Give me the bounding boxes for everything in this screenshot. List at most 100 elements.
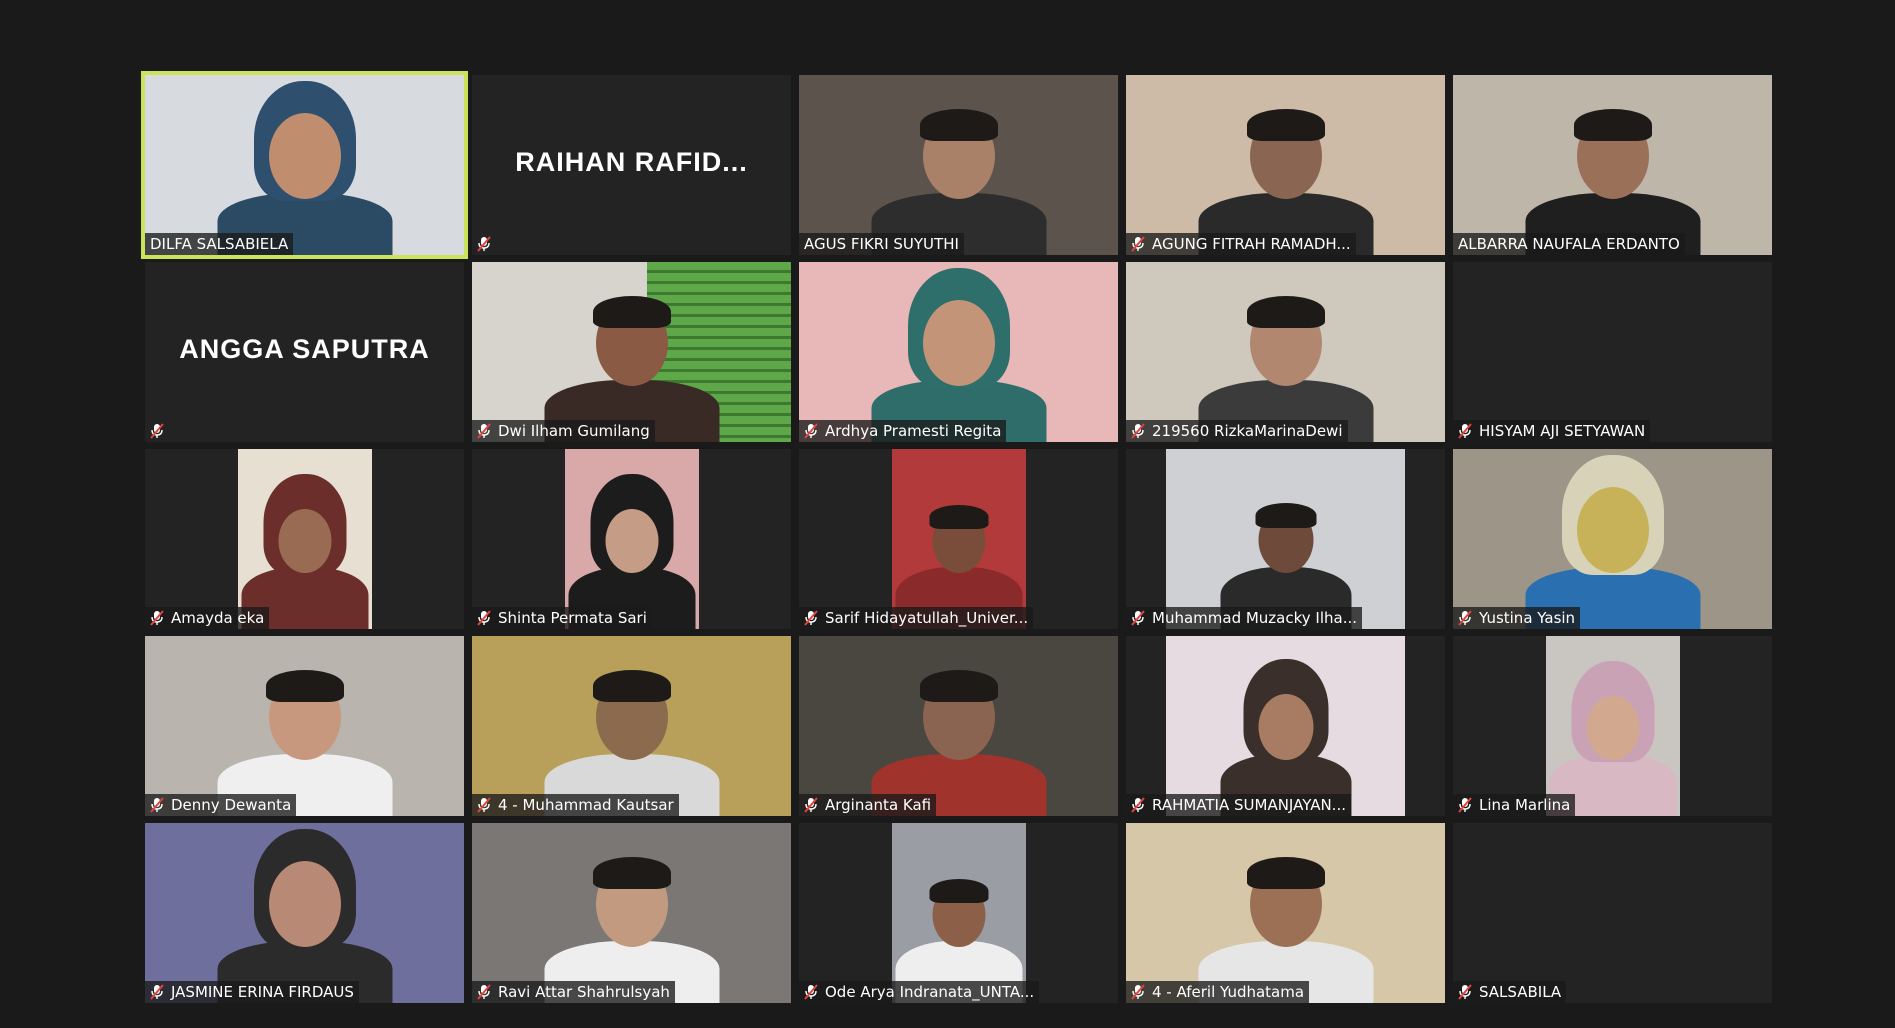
participant-tile[interactable]: AGUS FIKRI SUYUTHI <box>799 75 1118 255</box>
participant-name-label: 219560 RizkaMarinaDewi <box>1126 420 1348 442</box>
participant-tile[interactable]: AGUNG FITRAH RAMADH... <box>1126 75 1445 255</box>
participant-video <box>145 75 464 255</box>
microphone-muted-icon <box>804 610 818 626</box>
participant-tile[interactable]: SALSABILA <box>1453 823 1772 1003</box>
participant-video <box>799 75 1118 255</box>
participant-name: JASMINE ERINA FIRDAUS <box>171 983 354 1001</box>
microphone-muted-icon <box>804 984 818 1000</box>
participant-name: Denny Dewanta <box>171 796 292 814</box>
participant-tile[interactable]: RAHMATIA SUMANJAYAN... <box>1126 636 1445 816</box>
microphone-muted-icon <box>477 984 491 1000</box>
participant-name: ALBARRA NAUFALA ERDANTO <box>1458 235 1680 253</box>
participant-video <box>1453 75 1772 255</box>
microphone-muted-icon <box>1458 610 1472 626</box>
participant-tile[interactable]: JASMINE ERINA FIRDAUS <box>145 823 464 1003</box>
participant-name-label: Shinta Permata Sari <box>472 607 652 629</box>
participant-name: 4 - Aferil Yudhatama <box>1152 983 1305 1001</box>
participant-tile[interactable]: Ravi Attar Shahrulsyah <box>472 823 791 1003</box>
participant-hair <box>1255 503 1316 528</box>
participant-video <box>472 262 791 442</box>
participant-video <box>1126 823 1445 1003</box>
participant-name-label: HISYAM AJI SETYAWAN <box>1453 420 1651 442</box>
participant-tile[interactable]: 219560 RizkaMarinaDewi <box>1126 262 1445 442</box>
participant-name: Ode Arya Indranata_UNTA... <box>825 983 1035 1001</box>
participant-name-label: 4 - Muhammad Kautsar <box>472 794 679 816</box>
participant-tile[interactable]: Denny Dewanta <box>145 636 464 816</box>
participant-name-label: Arginanta Kafi <box>799 794 937 816</box>
participant-name: Arginanta Kafi <box>825 796 932 814</box>
participant-tile[interactable]: Dwi Ilham Gumilang <box>472 262 791 442</box>
participant-name-label: 4 - Aferil Yudhatama <box>1126 981 1310 1003</box>
participant-face <box>278 509 332 573</box>
participant-tile[interactable]: DILFA SALSABIELA <box>141 71 468 259</box>
participant-tile[interactable]: Shinta Permata Sari <box>472 449 791 629</box>
participant-tile[interactable]: RAIHAN RAFID... <box>472 75 791 255</box>
participant-hair <box>1573 109 1652 141</box>
participant-video <box>892 823 1026 1003</box>
participant-tile[interactable]: HISYAM AJI SETYAWAN <box>1453 262 1772 442</box>
participant-video <box>145 823 464 1003</box>
participant-name-label: Ode Arya Indranata_UNTA... <box>799 981 1040 1003</box>
participant-name-label: SALSABILA <box>1453 981 1567 1003</box>
participant-face <box>1586 696 1640 760</box>
participant-video <box>1546 636 1680 816</box>
participant-hair <box>592 670 671 702</box>
participant-tile[interactable]: ALBARRA NAUFALA ERDANTO <box>1453 75 1772 255</box>
participant-video <box>799 262 1118 442</box>
participant-tile[interactable]: 4 - Aferil Yudhatama <box>1126 823 1445 1003</box>
participant-face <box>605 509 659 573</box>
participant-hair <box>929 505 989 529</box>
participant-tile[interactable]: 4 - Muhammad Kautsar <box>472 636 791 816</box>
microphone-muted-icon <box>1131 797 1145 813</box>
participant-hair <box>1246 857 1325 889</box>
participant-face <box>1576 487 1649 573</box>
microphone-muted-icon <box>1458 797 1472 813</box>
participant-name-label: Denny Dewanta <box>145 794 297 816</box>
participant-tile[interactable]: Muhammad Muzacky Ilha... <box>1126 449 1445 629</box>
participant-name: AGUNG FITRAH RAMADH... <box>1152 235 1351 253</box>
microphone-muted-icon <box>477 797 491 813</box>
participant-hair <box>1246 109 1325 141</box>
participant-name: DILFA SALSABIELA <box>150 235 289 253</box>
participant-tile[interactable]: Sarif Hidayatullah_Univer... <box>799 449 1118 629</box>
participant-face <box>268 113 341 199</box>
participant-name-label: Sarif Hidayatullah_Univer... <box>799 607 1034 629</box>
participant-name-label: AGUS FIKRI SUYUTHI <box>799 233 964 255</box>
participant-tile[interactable]: Ode Arya Indranata_UNTA... <box>799 823 1118 1003</box>
participant-name-label <box>145 420 176 442</box>
participant-name: RAHMATIA SUMANJAYAN... <box>1152 796 1346 814</box>
microphone-muted-icon <box>150 610 164 626</box>
microphone-muted-icon <box>1458 984 1472 1000</box>
microphone-muted-icon <box>1131 236 1145 252</box>
participant-name: Amayda eka <box>171 609 265 627</box>
participant-video <box>1453 449 1772 629</box>
participant-name-label: Amayda eka <box>145 607 270 629</box>
participant-video <box>238 449 372 629</box>
microphone-muted-icon <box>1131 984 1145 1000</box>
participant-tile[interactable]: Arginanta Kafi <box>799 636 1118 816</box>
participant-name: Ravi Attar Shahrulsyah <box>498 983 670 1001</box>
participant-tile[interactable]: Yustina Yasin <box>1453 449 1772 629</box>
microphone-muted-icon <box>477 236 491 252</box>
participant-video <box>472 823 791 1003</box>
microphone-muted-icon <box>804 423 818 439</box>
microphone-muted-icon <box>1131 423 1145 439</box>
participant-video <box>565 449 699 629</box>
participant-tile[interactable]: Amayda eka <box>145 449 464 629</box>
participant-name: 219560 RizkaMarinaDewi <box>1152 422 1343 440</box>
participant-tile[interactable]: ANGGA SAPUTRA <box>145 262 464 442</box>
participant-name: Sarif Hidayatullah_Univer... <box>825 609 1029 627</box>
microphone-muted-icon <box>1131 610 1145 626</box>
participant-hair <box>929 879 989 903</box>
participant-name-label: ALBARRA NAUFALA ERDANTO <box>1453 233 1685 255</box>
participant-name: Shinta Permata Sari <box>498 609 647 627</box>
participant-video <box>472 636 791 816</box>
participant-tile[interactable]: Lina Marlina <box>1453 636 1772 816</box>
participant-name: SALSABILA <box>1479 983 1562 1001</box>
participant-name-label: Yustina Yasin <box>1453 607 1581 629</box>
participant-name: Lina Marlina <box>1479 796 1571 814</box>
participant-name-label: RAHMATIA SUMANJAYAN... <box>1126 794 1351 816</box>
participant-tile[interactable]: Ardhya Pramesti Regita <box>799 262 1118 442</box>
participant-hair <box>592 857 671 889</box>
microphone-muted-icon <box>1458 423 1472 439</box>
